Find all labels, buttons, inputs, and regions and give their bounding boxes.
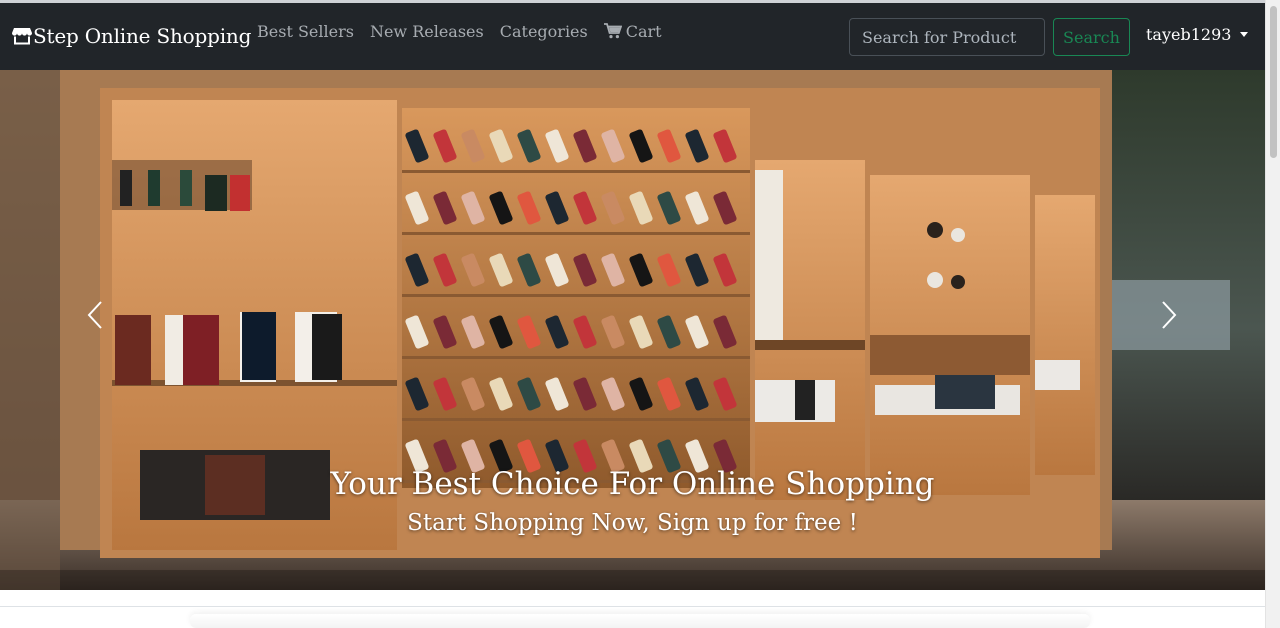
phone-case: [573, 129, 597, 163]
phone-case: [489, 377, 513, 411]
phone-case: [657, 129, 681, 163]
brand-link[interactable]: Step Online Shopping: [12, 23, 251, 49]
section-divider: [0, 606, 1265, 607]
nav-new-releases[interactable]: New Releases: [370, 22, 484, 41]
phone-case: [461, 377, 485, 411]
phone-case: [461, 253, 485, 287]
phone-case: [461, 129, 485, 163]
phone-case: [629, 129, 653, 163]
phone-case: [629, 253, 653, 287]
shop-icon: [12, 28, 32, 45]
phone-case: [405, 253, 429, 287]
phone-case: [489, 191, 513, 225]
phone-case: [405, 315, 429, 349]
phone-case: [657, 377, 681, 411]
display-shelf: [402, 356, 750, 359]
phone-case: [601, 129, 625, 163]
phone-case: [601, 191, 625, 225]
hero-carousel: Your Best Choice For Online Shopping Sta…: [0, 70, 1265, 590]
brand-name: Step Online Shopping: [33, 24, 252, 48]
phone-case: [573, 377, 597, 411]
phone-case: [517, 191, 541, 225]
chevron-left-icon: [87, 301, 102, 329]
display-shelf: [402, 170, 750, 173]
user-dropdown[interactable]: tayeb1293: [1146, 25, 1249, 44]
username: tayeb1293: [1146, 25, 1232, 44]
search-input[interactable]: [849, 18, 1045, 56]
phone-case: [405, 129, 429, 163]
phone-case: [713, 129, 737, 163]
content-card-top: [190, 614, 1090, 628]
phone-case: [685, 315, 709, 349]
phone-case: [657, 191, 681, 225]
navbar: Step Online Shopping Best Sellers New Re…: [0, 3, 1265, 70]
phone-case: [629, 191, 653, 225]
phone-case: [405, 377, 429, 411]
carousel-prev-button[interactable]: [80, 298, 110, 332]
phone-case: [713, 315, 737, 349]
phone-case: [573, 191, 597, 225]
phone-case: [461, 191, 485, 225]
page-scrollbar[interactable]: [1265, 0, 1280, 628]
phone-case: [573, 315, 597, 349]
chevron-right-icon: [1162, 301, 1177, 329]
search-button[interactable]: Search: [1053, 18, 1130, 56]
nav-categories[interactable]: Categories: [500, 22, 588, 41]
phone-case: [517, 377, 541, 411]
phone-case: [685, 377, 709, 411]
phone-case: [433, 253, 457, 287]
phone-case: [433, 191, 457, 225]
hero-title: Your Best Choice For Online Shopping: [330, 466, 935, 502]
phone-case: [601, 377, 625, 411]
phone-case: [713, 191, 737, 225]
phone-case: [517, 315, 541, 349]
nav-cart[interactable]: Cart: [603, 21, 662, 41]
phone-case: [545, 377, 569, 411]
phone-case: [601, 253, 625, 287]
phone-case: [685, 253, 709, 287]
phone-case: [629, 315, 653, 349]
phone-case: [545, 129, 569, 163]
caret-down-icon: [1240, 32, 1249, 37]
phone-case: [657, 253, 681, 287]
scrollbar-thumb[interactable]: [1270, 6, 1277, 158]
phone-case: [713, 253, 737, 287]
phone-case: [685, 129, 709, 163]
phone-case: [657, 315, 681, 349]
phone-case: [713, 377, 737, 411]
cart-icon: [603, 23, 622, 39]
phone-case: [545, 315, 569, 349]
phone-case: [629, 377, 653, 411]
page: Step Online Shopping Best Sellers New Re…: [0, 0, 1280, 628]
phone-case: [517, 129, 541, 163]
phone-case: [433, 377, 457, 411]
carousel-next-button[interactable]: [1154, 298, 1184, 332]
display-shelf: [402, 232, 750, 235]
phone-case: [545, 253, 569, 287]
phone-case: [573, 253, 597, 287]
phone-case: [489, 315, 513, 349]
phone-case: [405, 191, 429, 225]
phone-case: [545, 191, 569, 225]
phone-case: [601, 315, 625, 349]
phone-case: [433, 129, 457, 163]
phone-case: [461, 315, 485, 349]
display-shelf: [402, 418, 750, 421]
nav-links: Best Sellers New Releases Categories Car…: [257, 20, 678, 42]
phone-case: [433, 315, 457, 349]
display-shelf: [402, 294, 750, 297]
nav-best-sellers[interactable]: Best Sellers: [257, 22, 354, 41]
phone-case: [685, 191, 709, 225]
phone-case: [517, 253, 541, 287]
nav-cart-label: Cart: [625, 21, 662, 41]
phone-case: [489, 253, 513, 287]
phone-case: [489, 129, 513, 163]
hero-subtitle: Start Shopping Now, Sign up for free !: [407, 510, 858, 536]
